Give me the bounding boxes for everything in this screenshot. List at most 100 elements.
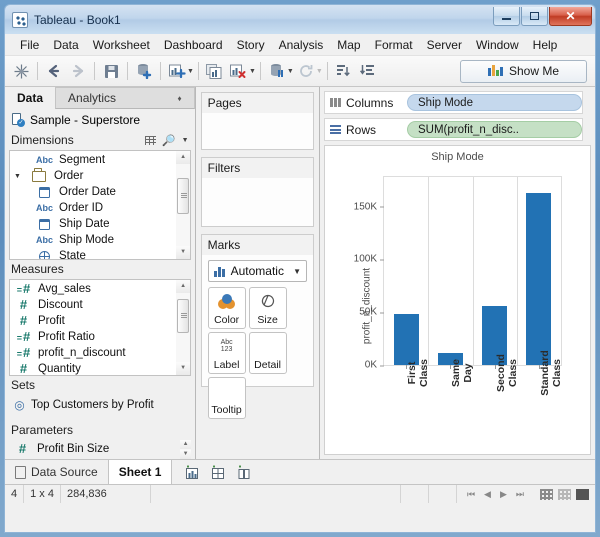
- x-axis-band[interactable]: Same Day: [428, 365, 472, 453]
- data-source-item[interactable]: ✓ Sample - Superstore: [5, 109, 195, 131]
- menu-item-worksheet[interactable]: Worksheet: [86, 36, 157, 54]
- menu-item-format[interactable]: Format: [368, 36, 420, 54]
- menu-item-analysis[interactable]: Analysis: [272, 36, 331, 54]
- menu-item-server[interactable]: Server: [420, 36, 469, 54]
- last-page-icon[interactable]: ⏭: [516, 489, 524, 500]
- x-axis-band[interactable]: Standard Class: [517, 365, 561, 453]
- filters-card[interactable]: Filters: [201, 157, 314, 227]
- show-cards-icon[interactable]: [540, 489, 553, 500]
- duplicate-sheet-icon[interactable]: [203, 59, 227, 83]
- expand-triangle-icon[interactable]: ▼: [14, 173, 24, 180]
- pages-card[interactable]: Pages: [201, 92, 314, 150]
- presentation-mode-icon[interactable]: [558, 489, 571, 500]
- chevron-down-icon[interactable]: ▼: [182, 137, 189, 144]
- list-item[interactable]: ▼ Order: [10, 168, 190, 184]
- pill-sum-profit-n-discount[interactable]: SUM(profit_n_disc..: [407, 121, 582, 138]
- rows-shelf[interactable]: Rows SUM(profit_n_disc..: [324, 118, 583, 141]
- marks-detail-button[interactable]: Detail: [249, 332, 287, 374]
- list-item[interactable]: # Avg_sales: [10, 281, 190, 297]
- close-button[interactable]: ✕: [549, 7, 592, 26]
- first-page-icon[interactable]: ⏮: [467, 489, 475, 500]
- save-icon[interactable]: [99, 59, 123, 83]
- marks-tooltip-button[interactable]: Tooltip: [208, 377, 246, 419]
- search-icon[interactable]: 🔍: [162, 134, 176, 147]
- next-page-icon[interactable]: ▶: [500, 489, 507, 500]
- x-axis-band[interactable]: Second Class: [473, 365, 517, 453]
- menu-item-map[interactable]: Map: [330, 36, 367, 54]
- chart-canvas[interactable]: Ship Mode profit_n_discount 0K50K100K150…: [324, 145, 591, 455]
- grid-view-icon[interactable]: [145, 136, 156, 145]
- new-worksheet-icon[interactable]: [165, 59, 189, 83]
- status-bar: 4 1 x 4 284,836 ⏮ ◀ ▶ ⏭: [5, 484, 595, 503]
- number-icon: #: [14, 361, 33, 376]
- scroll-down-icon[interactable]: ▼: [180, 450, 191, 459]
- menu-item-story[interactable]: Story: [230, 36, 272, 54]
- plot-area[interactable]: 0K50K100K150KFirst ClassSame DaySecond C…: [383, 176, 562, 366]
- list-item[interactable]: Abc Order ID: [10, 200, 190, 216]
- minimize-button[interactable]: [493, 7, 520, 26]
- scroll-track[interactable]: [176, 293, 190, 362]
- scroll-track[interactable]: [180, 449, 191, 450]
- list-item[interactable]: # Profit Bin Size: [9, 440, 191, 458]
- bar-mark[interactable]: [394, 314, 419, 365]
- dimensions-list[interactable]: Abc Segment ▼ Order Order Date: [9, 150, 191, 259]
- new-worksheet-icon[interactable]: [184, 465, 200, 479]
- previous-page-icon[interactable]: ◀: [484, 489, 491, 500]
- list-item[interactable]: State: [10, 248, 190, 259]
- tableau-start-icon[interactable]: [9, 59, 33, 83]
- dimensions-scrollbar[interactable]: ▲ ▼: [176, 151, 190, 258]
- sort-toggle-icon[interactable]: ♦: [178, 94, 182, 103]
- parameters-scrollbar[interactable]: ▲ ▼: [180, 440, 191, 459]
- maximize-button[interactable]: [521, 7, 548, 26]
- list-item[interactable]: # Profit Ratio: [10, 329, 190, 345]
- tab-sheet-1[interactable]: Sheet 1: [109, 460, 173, 484]
- tab-data-source[interactable]: Data Source: [5, 460, 109, 484]
- marks-label-button[interactable]: Abc123 Label: [208, 332, 246, 374]
- scroll-up-icon[interactable]: ▲: [176, 280, 190, 293]
- sort-ascending-icon[interactable]: [332, 59, 356, 83]
- back-icon[interactable]: [42, 59, 66, 83]
- x-axis-band[interactable]: First Class: [384, 365, 428, 453]
- tab-analytics[interactable]: Analytics ♦: [55, 87, 195, 109]
- mark-type-selector[interactable]: Automatic ▼: [208, 260, 307, 282]
- parameters-list[interactable]: # Profit Bin Size ▲ ▼: [9, 440, 191, 459]
- sort-descending-icon[interactable]: [356, 59, 380, 83]
- scroll-down-icon[interactable]: ▼: [176, 362, 190, 375]
- list-item[interactable]: ◎ Top Customers by Profit: [9, 395, 191, 415]
- marks-size-button[interactable]: Size: [249, 287, 287, 329]
- pill-ship-mode[interactable]: Ship Mode: [407, 94, 582, 111]
- new-dashboard-icon[interactable]: [210, 465, 226, 479]
- clear-sheet-icon[interactable]: [227, 59, 251, 83]
- scroll-up-icon[interactable]: ▲: [176, 151, 190, 164]
- bar-mark[interactable]: [526, 193, 551, 365]
- list-item[interactable]: Ship Date: [10, 216, 190, 232]
- menu-item-help[interactable]: Help: [526, 36, 565, 54]
- menu-item-file[interactable]: File: [13, 36, 46, 54]
- measures-list[interactable]: # Avg_sales # Discount # Profit #: [9, 279, 191, 376]
- menu-item-dashboard[interactable]: Dashboard: [157, 36, 230, 54]
- list-item[interactable]: Abc Segment: [10, 152, 190, 168]
- menu-item-window[interactable]: Window: [469, 36, 526, 54]
- new-story-icon[interactable]: [236, 465, 252, 479]
- list-item[interactable]: # Discount: [10, 297, 190, 313]
- scroll-track[interactable]: [176, 164, 190, 245]
- list-item[interactable]: Abc Ship Mode: [10, 232, 190, 248]
- new-data-source-icon[interactable]: [132, 59, 156, 83]
- menu-item-data[interactable]: Data: [46, 36, 85, 54]
- list-item[interactable]: # profit_n_discount: [10, 345, 190, 361]
- columns-shelf[interactable]: Columns Ship Mode: [324, 91, 583, 114]
- sets-list[interactable]: ◎ Top Customers by Profit: [9, 395, 191, 416]
- swap-data-icon[interactable]: [265, 59, 289, 83]
- scroll-down-icon[interactable]: ▼: [176, 246, 190, 259]
- scroll-up-icon[interactable]: ▲: [180, 440, 191, 449]
- abc-icon: Abc: [35, 155, 54, 165]
- list-item[interactable]: # Profit: [10, 313, 190, 329]
- measures-scrollbar[interactable]: ▲ ▼: [176, 280, 190, 375]
- fit-icon[interactable]: [576, 489, 589, 500]
- marks-color-button[interactable]: Color: [208, 287, 246, 329]
- tab-data[interactable]: Data: [5, 87, 55, 109]
- list-item[interactable]: Order Date: [10, 184, 190, 200]
- chevron-down-icon[interactable]: ▼: [293, 267, 301, 276]
- show-me-button[interactable]: Show Me: [460, 60, 587, 83]
- list-item[interactable]: # Quantity: [10, 361, 190, 376]
